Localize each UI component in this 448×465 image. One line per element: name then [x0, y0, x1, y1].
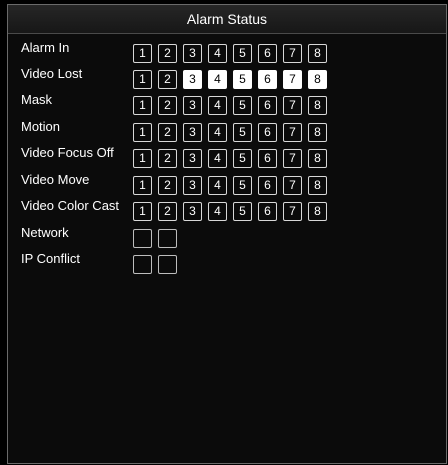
channel-indicator: 7 — [283, 176, 302, 195]
status-row: Alarm In 1 2 3 4 5 6 7 8 — [8, 41, 446, 63]
status-row-label: Motion — [21, 119, 61, 134]
channel-indicator: 6 — [258, 123, 277, 142]
status-row-label: IP Conflict — [21, 251, 81, 266]
channel-indicator: 5 — [233, 96, 252, 115]
channel-indicator: 8 — [308, 96, 327, 115]
window-title: Alarm Status — [8, 5, 446, 34]
channel-indicator: 3 — [183, 44, 202, 63]
channel-indicator: 2 — [158, 149, 177, 168]
channel-indicator: 7 — [283, 44, 302, 63]
channel-indicator: 7 — [283, 70, 302, 89]
channel-indicator: 3 — [183, 149, 202, 168]
channel-indicator: 4 — [208, 70, 227, 89]
channel-indicator: 1 — [133, 149, 152, 168]
channel-indicator: 1 — [133, 123, 152, 142]
channel-indicator: 3 — [183, 96, 202, 115]
channel-indicator: 1 — [133, 44, 152, 63]
channel-indicator — [158, 229, 177, 248]
channel-indicator: 6 — [258, 202, 277, 221]
channel-indicator: 5 — [233, 70, 252, 89]
channel-indicator: 5 — [233, 123, 252, 142]
channel-indicator: 5 — [233, 44, 252, 63]
status-row-label: Video Lost — [21, 66, 83, 81]
status-row: Video Focus Off 1 2 3 4 5 6 7 8 — [8, 146, 446, 168]
channel-indicator: 5 — [233, 202, 252, 221]
channel-indicator: 1 — [133, 96, 152, 115]
channel-indicator: 8 — [308, 70, 327, 89]
channel-indicator: 8 — [308, 176, 327, 195]
channel-indicator: 4 — [208, 176, 227, 195]
channel-indicator: 5 — [233, 176, 252, 195]
channel-indicator: 8 — [308, 149, 327, 168]
channel-indicator: 3 — [183, 202, 202, 221]
channel-indicator: 2 — [158, 96, 177, 115]
status-row-label: Mask — [21, 92, 53, 107]
channel-indicator — [158, 255, 177, 274]
status-row-label: Video Color Cast — [21, 198, 120, 213]
channel-indicator: 2 — [158, 44, 177, 63]
status-row: IP Conflict — [8, 252, 446, 274]
channel-indicator: 3 — [183, 123, 202, 142]
channel-indicator: 6 — [258, 96, 277, 115]
channel-indicator: 6 — [258, 149, 277, 168]
status-row-label: Network — [21, 225, 69, 240]
channel-indicator: 6 — [258, 176, 277, 195]
channel-indicator: 1 — [133, 202, 152, 221]
channel-indicator: 4 — [208, 149, 227, 168]
channel-indicator: 1 — [133, 176, 152, 195]
status-row: Mask 1 2 3 4 5 6 7 8 — [8, 93, 446, 115]
channel-indicator: 6 — [258, 70, 277, 89]
status-row: Network — [8, 226, 446, 248]
channel-indicator: 3 — [183, 176, 202, 195]
channel-indicator: 3 — [183, 70, 202, 89]
channel-indicator: 8 — [308, 44, 327, 63]
channel-indicator: 2 — [158, 176, 177, 195]
status-row: Motion 1 2 3 4 5 6 7 8 — [8, 120, 446, 142]
status-row-label: Video Move — [21, 172, 90, 187]
channel-indicator: 4 — [208, 96, 227, 115]
channel-indicator: 5 — [233, 149, 252, 168]
channel-indicator: 1 — [133, 70, 152, 89]
channel-indicator: 2 — [158, 202, 177, 221]
status-row: Video Move 1 2 3 4 5 6 7 8 — [8, 173, 446, 195]
status-row: Video Lost 1 2 3 4 5 6 7 8 — [8, 67, 446, 89]
channel-indicator: 7 — [283, 149, 302, 168]
channel-indicator — [133, 229, 152, 248]
channel-indicator: 8 — [308, 202, 327, 221]
channel-indicator: 4 — [208, 202, 227, 221]
alarm-status-window: Alarm Status Alarm In 1 2 3 4 5 6 7 8 Video Lost 1… — [7, 4, 447, 464]
channel-indicator: 2 — [158, 123, 177, 142]
channel-indicator: 8 — [308, 123, 327, 142]
status-row: Video Color Cast 1 2 3 4 5 6 7 8 — [8, 199, 446, 221]
status-row-label: Alarm In — [21, 40, 70, 55]
channel-indicator: 4 — [208, 44, 227, 63]
channel-indicator: 7 — [283, 96, 302, 115]
channel-indicator: 2 — [158, 70, 177, 89]
channel-indicator: 4 — [208, 123, 227, 142]
channel-indicator: 7 — [283, 123, 302, 142]
channel-indicator: 7 — [283, 202, 302, 221]
channel-indicator — [133, 255, 152, 274]
status-row-label: Video Focus Off — [21, 145, 114, 160]
channel-indicator: 6 — [258, 44, 277, 63]
